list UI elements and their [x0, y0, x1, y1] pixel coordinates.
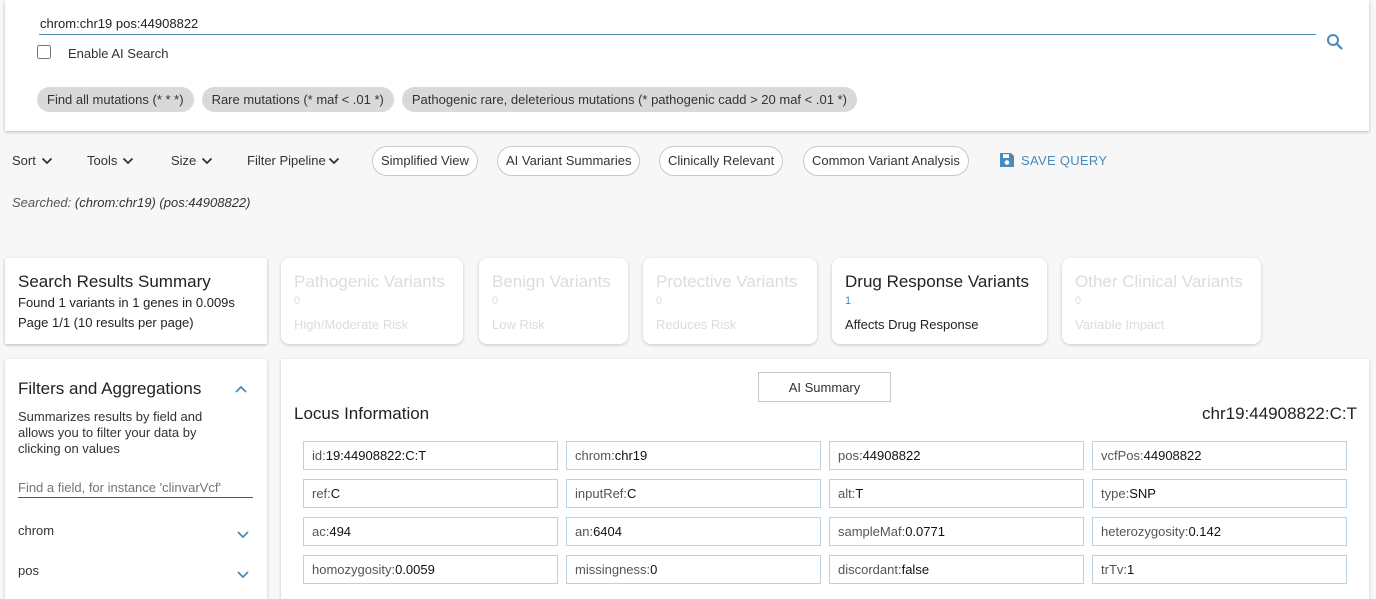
card-count: 0: [294, 295, 301, 307]
collapse-filters-button[interactable]: [234, 381, 248, 399]
tools-menu[interactable]: Tools: [87, 153, 134, 168]
ai-search-label: Enable AI Search: [68, 46, 169, 61]
locus-information-panel: AI Summary Locus Information chr19:44908…: [281, 359, 1369, 599]
chip-pathogenic-rare-deleterious[interactable]: Pathogenic rare, deleterious mutations (…: [401, 87, 857, 112]
searched-terms: Searched: (chrom:chr19) (pos:44908822): [12, 195, 250, 210]
search-input[interactable]: [39, 12, 1316, 35]
size-menu[interactable]: Size: [171, 153, 213, 168]
locus-field[interactable]: discordant:false: [829, 555, 1084, 584]
variant-count: 1: [58, 295, 66, 310]
ai-variant-summaries-button[interactable]: AI Variant Summaries: [497, 146, 641, 176]
chip-rare-mutations[interactable]: Rare mutations (* maf < .01 *): [201, 87, 394, 112]
common-variant-analysis-button[interactable]: Common Variant Analysis: [803, 146, 969, 176]
card-title: Drug Response Variants: [845, 272, 1029, 291]
sort-menu[interactable]: Sort: [12, 153, 53, 168]
card-subtitle: High/Moderate Risk: [294, 317, 409, 332]
filters-description: Summarizes results by field and allows y…: [18, 409, 203, 456]
chevron-up-icon: [235, 385, 247, 393]
expand-chrom-button[interactable]: [236, 526, 250, 544]
card-title: Protective Variants: [656, 272, 798, 291]
card-count: 0: [1075, 295, 1082, 307]
searched-query: (chrom:chr19) (pos:44908822): [74, 195, 251, 210]
field-search-input[interactable]: [18, 477, 253, 498]
clinically-relevant-button[interactable]: Clinically Relevant: [659, 146, 784, 176]
search-time: 0.009s: [195, 295, 235, 310]
card-subtitle: Affects Drug Response: [845, 317, 979, 332]
locus-field[interactable]: inputRef:C: [566, 479, 821, 508]
locus-field[interactable]: alt:T: [829, 479, 1084, 508]
locus-title: Locus Information: [294, 404, 430, 423]
filters-panel: Filters and Aggregations Summarizes resu…: [5, 359, 267, 599]
chevron-down-icon: [237, 571, 249, 579]
card-count: 0: [656, 295, 663, 307]
save-icon: [1000, 153, 1014, 167]
locus-field[interactable]: trTv:1: [1092, 555, 1347, 584]
save-query-button[interactable]: SAVE QUERY: [999, 152, 1107, 168]
summary-title: Search Results Summary: [18, 272, 211, 291]
simplified-view-button[interactable]: Simplified View: [372, 146, 478, 176]
chevron-down-icon: [202, 157, 213, 164]
card-count: 0: [492, 295, 499, 307]
tools-label: Tools: [87, 153, 118, 168]
locus-field-grid: id:19:44908822:C:T chrom:chr19 pos:44908…: [303, 441, 1347, 584]
locus-field[interactable]: pos:44908822: [829, 441, 1084, 470]
sort-label: Sort: [12, 153, 36, 168]
ai-summary-button[interactable]: AI Summary: [758, 372, 891, 402]
card-count: 1: [845, 295, 852, 307]
locus-field[interactable]: ac:494: [303, 517, 558, 546]
search-button[interactable]: [1323, 30, 1347, 54]
locus-field[interactable]: homozygosity:0.0059: [303, 555, 558, 584]
gene-count: 1: [132, 295, 140, 310]
locus-field[interactable]: chrom:chr19: [566, 441, 821, 470]
filters-title: Filters and Aggregations: [18, 379, 202, 398]
results-toolbar: Sort Tools Size Filter Pipeline Simplifi…: [0, 146, 1376, 176]
locus-field[interactable]: vcfPos:44908822: [1092, 441, 1347, 470]
field-chrom[interactable]: chrom: [18, 523, 54, 538]
searched-label: Searched:: [12, 195, 72, 210]
protective-variants-card[interactable]: Protective Variants 0 Reduces Risk: [643, 258, 817, 344]
drug-response-variants-card[interactable]: Drug Response Variants 1 Affects Drug Re…: [832, 258, 1047, 344]
locus-field[interactable]: an:6404: [566, 517, 821, 546]
page-info: Page 1/1 (10 results per page): [18, 315, 194, 330]
locus-field[interactable]: ref:C: [303, 479, 558, 508]
save-query-label: SAVE QUERY: [1021, 152, 1108, 168]
filter-pipeline-label: Filter Pipeline: [247, 153, 326, 168]
card-title: Other Clinical Variants: [1075, 272, 1243, 291]
locus-field[interactable]: missingness:0: [566, 555, 821, 584]
card-subtitle: Reduces Risk: [656, 317, 737, 332]
chip-find-all-mutations[interactable]: Find all mutations (* * *): [37, 87, 194, 112]
filter-pipeline-menu[interactable]: Filter Pipeline: [247, 153, 340, 168]
locus-field[interactable]: heterozygosity:0.142: [1092, 517, 1347, 546]
example-query-chips: Find all mutations (* * *) Rare mutation…: [37, 87, 857, 112]
locus-field[interactable]: sampleMaf:0.0771: [829, 517, 1084, 546]
other-clinical-variants-card[interactable]: Other Clinical Variants 0 Variable Impac…: [1062, 258, 1261, 344]
field-pos[interactable]: pos: [18, 563, 39, 578]
card-title: Benign Variants: [492, 272, 611, 291]
chevron-down-icon: [328, 157, 339, 164]
pathogenic-variants-card[interactable]: Pathogenic Variants 0 High/Moderate Risk: [281, 258, 463, 344]
search-icon: [1327, 34, 1343, 50]
card-subtitle: Low Risk: [492, 317, 545, 332]
card-title: Pathogenic Variants: [294, 272, 445, 291]
locus-field[interactable]: type:SNP: [1092, 479, 1347, 508]
size-label: Size: [171, 153, 197, 168]
chevron-down-icon: [237, 531, 249, 539]
chevron-down-icon: [123, 157, 134, 164]
search-results-summary: Search Results Summary Found 1 variants …: [5, 258, 267, 344]
ai-search-checkbox[interactable]: [37, 45, 51, 59]
search-card: Enable AI Search Find all mutations (* *…: [5, 0, 1369, 131]
locus-field[interactable]: id:19:44908822:C:T: [303, 441, 558, 470]
expand-pos-button[interactable]: [236, 566, 250, 584]
summary-found-line: Found 1 variants in 1 genes in 0.009s: [18, 295, 235, 310]
card-subtitle: Variable Impact: [1075, 317, 1165, 332]
benign-variants-card[interactable]: Benign Variants 0 Low Risk: [479, 258, 628, 344]
chevron-down-icon: [41, 157, 52, 164]
variant-id: chr19:44908822:C:T: [1202, 404, 1357, 423]
